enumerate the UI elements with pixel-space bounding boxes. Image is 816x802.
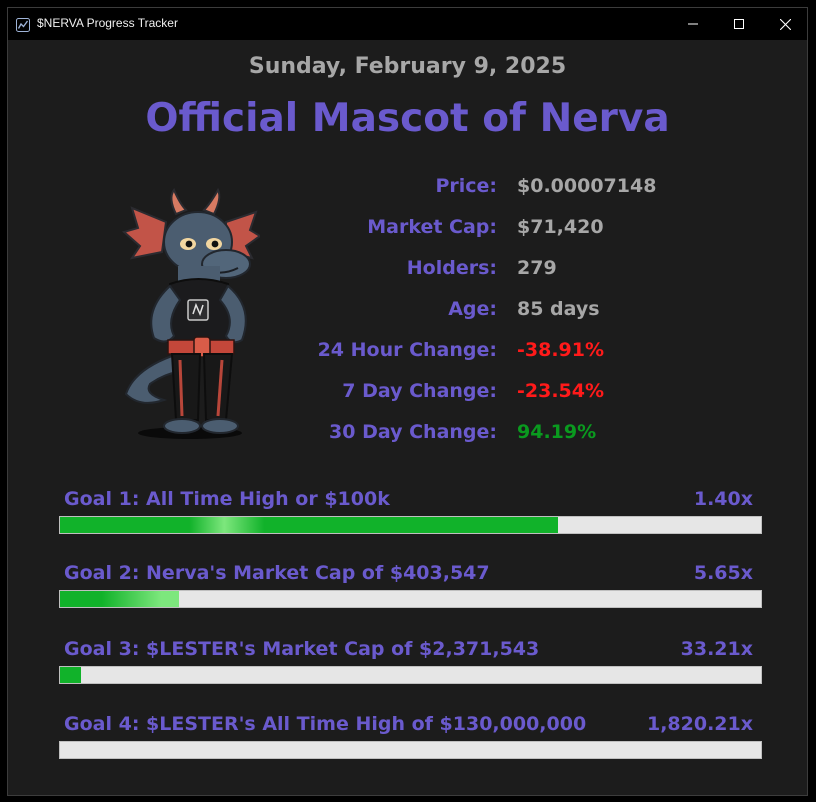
close-icon xyxy=(779,18,791,30)
page-title: Official Mascot of Nerva xyxy=(145,96,670,141)
goal-progress-fill xyxy=(60,517,558,533)
goal-label: Goal 4: $LESTER's All Time High of $130,… xyxy=(64,713,587,735)
goal-label: Goal 3: $LESTER's Market Cap of $2,371,5… xyxy=(64,638,540,660)
stat-label: Price: xyxy=(435,175,497,197)
window-title: $NERVA Progress Tracker xyxy=(37,16,178,30)
goal-progress-bar xyxy=(59,741,762,759)
goal-multiplier: 1.40x xyxy=(693,488,753,510)
stat-label: 30 Day Change: xyxy=(329,421,497,443)
minimize-icon xyxy=(688,19,698,29)
goal-label: Goal 1: All Time High or $100k xyxy=(64,488,390,510)
maximize-button[interactable] xyxy=(716,8,762,40)
stat-value: $0.00007148 xyxy=(517,175,657,197)
stat-label: 7 Day Change: xyxy=(342,380,497,402)
goal-progress-fill xyxy=(60,591,180,607)
minimize-button[interactable] xyxy=(670,8,716,40)
close-button[interactable] xyxy=(762,8,808,40)
stat-label: Holders: xyxy=(406,257,497,279)
stat-label: Age: xyxy=(448,298,497,320)
stat-label: 24 Hour Change: xyxy=(317,339,497,361)
stat-value: $71,420 xyxy=(517,216,604,238)
stat-value: -38.91% xyxy=(517,339,605,361)
goal-multiplier: 1,820.21x xyxy=(646,713,753,735)
goal-multiplier: 5.65x xyxy=(693,562,753,584)
title-bar[interactable]: $NERVA Progress Tracker xyxy=(8,8,807,40)
date-heading: Sunday, February 9, 2025 xyxy=(248,54,567,79)
dragon-mascot-illustration xyxy=(114,180,262,442)
goal-label: Goal 2: Nerva's Market Cap of $403,547 xyxy=(64,562,490,584)
stat-value: 85 days xyxy=(517,298,600,320)
stat-label: Market Cap: xyxy=(367,216,497,238)
goal-progress-bar xyxy=(59,666,762,684)
goal-progress-fill xyxy=(60,667,82,683)
stat-value: 279 xyxy=(517,257,557,279)
goal-progress-bar xyxy=(59,516,762,534)
chart-icon xyxy=(16,17,30,32)
maximize-icon xyxy=(734,19,744,29)
stat-value: 94.19% xyxy=(517,421,597,443)
goal-progress-bar xyxy=(59,590,762,608)
goal-multiplier: 33.21x xyxy=(680,638,753,660)
stat-value: -23.54% xyxy=(517,380,605,402)
app-window: $NERVA Progress Tracker Sunday, February… xyxy=(7,7,808,796)
